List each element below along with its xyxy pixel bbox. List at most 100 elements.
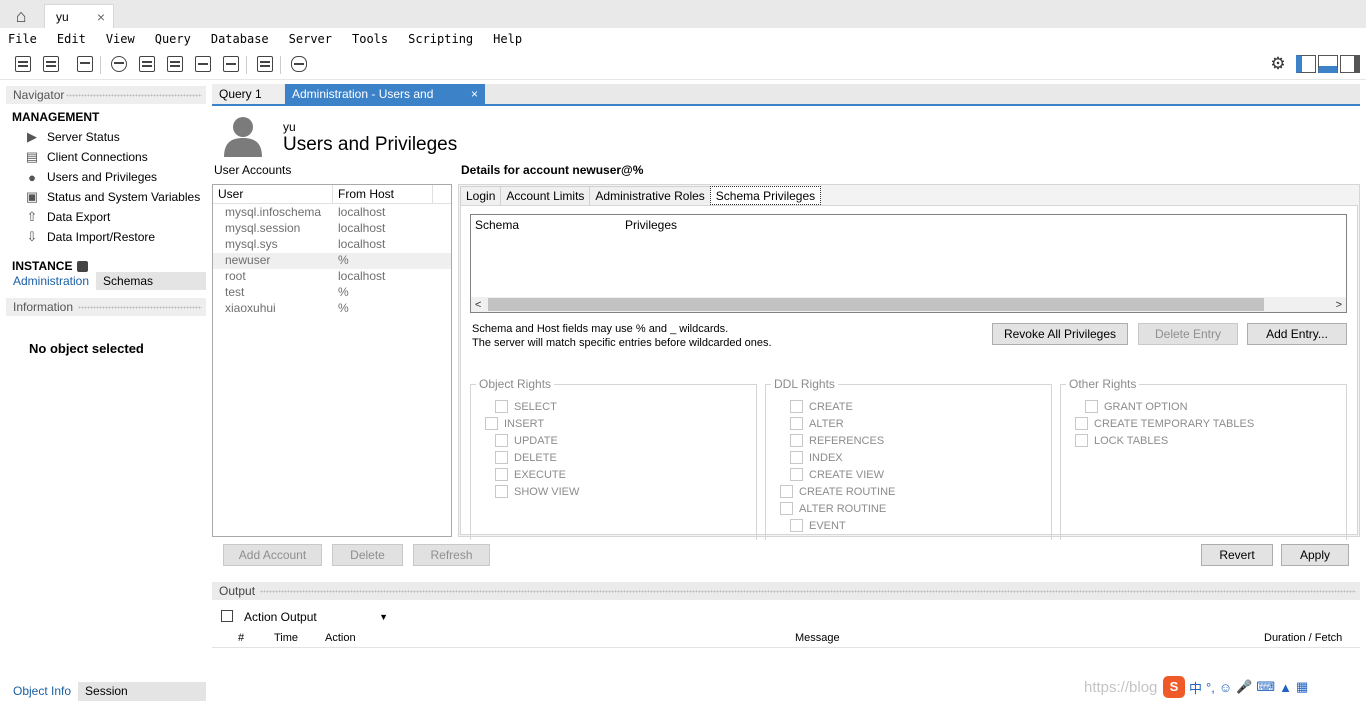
mic-icon[interactable]: 🎤 [1236,679,1252,695]
menu-edit[interactable]: Edit [57,32,86,46]
create-procedure-icon[interactable] [192,53,214,75]
add-account-button[interactable]: Add Account [223,544,322,566]
scroll-right-icon[interactable]: > [1336,299,1342,311]
sogou-icon[interactable]: S [1163,676,1185,698]
checkbox-update[interactable]: UPDATE [495,432,558,449]
tab-object-info[interactable]: Object Info [6,682,79,701]
connection-tab[interactable]: yu × [44,4,114,28]
checkbox-delete[interactable]: DELETE [495,449,557,466]
tab-administration-users[interactable]: Administration - Users and Privil... × [285,84,485,121]
menu-help[interactable]: Help [493,32,522,46]
search-table-data-icon[interactable] [254,53,276,75]
column-number[interactable]: # [238,632,244,644]
checkbox-select[interactable]: SELECT [495,398,557,415]
checkbox-index[interactable]: INDEX [790,449,843,466]
chinese-mode-icon[interactable]: 中 [1189,678,1202,697]
menu-database[interactable]: Database [211,32,269,46]
new-sql-tab-icon[interactable] [12,53,34,75]
layout-toggles [1296,55,1360,73]
grid-icon[interactable]: ▦ [1296,679,1308,695]
revoke-all-privileges-button[interactable]: Revoke All Privileges [992,323,1128,345]
delete-account-button[interactable]: Delete [332,544,403,566]
scrollbar-thumb[interactable] [488,298,1264,311]
toggle-secondary-sidebar-icon[interactable] [1340,55,1360,73]
copy-icon[interactable] [221,610,233,622]
user-row-selected[interactable]: newuser% [213,253,451,269]
checkbox-grant-option[interactable]: GRANT OPTION [1085,398,1188,415]
checkbox-show-view[interactable]: SHOW VIEW [495,483,579,500]
add-entry-button[interactable]: Add Entry... [1247,323,1347,345]
nav-status-variables[interactable]: ▣ Status and System Variables [24,187,200,207]
tab-account-limits[interactable]: Account Limits [500,186,591,205]
tab-login[interactable]: Login [460,186,502,205]
menu-tools[interactable]: Tools [352,32,388,46]
create-function-icon[interactable] [220,53,242,75]
checkbox-label: INSERT [504,417,545,430]
checkbox-execute[interactable]: EXECUTE [495,466,566,483]
inspector-icon[interactable] [74,53,96,75]
home-icon[interactable]: ⌂ [4,4,38,28]
open-sql-script-icon[interactable] [40,53,62,75]
user-row[interactable]: mysql.infoschema localhost [213,205,451,221]
menu-query[interactable]: Query [155,32,191,46]
create-schema-icon[interactable] [108,53,130,75]
refresh-button[interactable]: Refresh [413,544,490,566]
user-row[interactable]: xiaoxuhui% [213,301,451,317]
checkbox-create-routine[interactable]: CREATE ROUTINE [780,483,895,500]
column-time[interactable]: Time [274,632,298,644]
toggle-output-icon[interactable] [1318,55,1338,73]
output-type-select[interactable]: Action Output ▼ [242,608,388,626]
nav-data-import[interactable]: ⇩ Data Import/Restore [24,227,156,247]
toggle-sidebar-icon[interactable] [1296,55,1316,73]
scroll-left-icon[interactable]: < [475,299,481,311]
apply-button[interactable]: Apply [1281,544,1349,566]
delete-entry-button[interactable]: Delete Entry [1138,323,1238,345]
column-schema[interactable]: Schema [475,218,519,232]
tab-schema-privileges[interactable]: Schema Privileges [709,186,822,205]
checkbox-create-view[interactable]: CREATE VIEW [790,466,884,483]
create-view-icon[interactable] [164,53,186,75]
checkbox-create[interactable]: CREATE [790,398,853,415]
close-icon[interactable]: × [97,9,105,25]
column-privileges[interactable]: Privileges [625,218,677,232]
column-duration[interactable]: Duration / Fetch [1264,632,1342,644]
column-message[interactable]: Message [795,632,840,644]
tab-schemas[interactable]: Schemas [96,272,160,290]
user-row[interactable]: mysql.session localhost [213,221,451,237]
nav-client-connections[interactable]: ▤ Client Connections [24,147,148,167]
tab-administration[interactable]: Administration [6,272,97,290]
checkbox-event[interactable]: EVENT [790,517,846,534]
horizontal-scrollbar[interactable]: < > [471,297,1346,312]
nav-data-export[interactable]: ⇧ Data Export [24,207,111,227]
reconnect-icon[interactable] [288,53,310,75]
settings-gear-icon[interactable]: ⚙ [1267,53,1289,75]
checkbox-alter-routine[interactable]: ALTER ROUTINE [780,500,886,517]
revert-button[interactable]: Revert [1201,544,1273,566]
nav-users-and-privileges[interactable]: ● Users and Privileges [24,167,157,187]
user-row[interactable]: test% [213,285,451,301]
close-icon[interactable]: × [471,84,478,106]
create-table-icon[interactable] [136,53,158,75]
checkbox-references[interactable]: REFERENCES [790,432,884,449]
emoji-icon[interactable]: ☺ [1219,680,1232,695]
shirt-icon[interactable]: ▲ [1279,680,1292,695]
checkbox-create-temporary-tables[interactable]: CREATE TEMPORARY TABLES [1075,415,1254,432]
checkbox-insert[interactable]: INSERT [485,415,544,432]
column-action[interactable]: Action [325,632,356,644]
user-row[interactable]: mysql.sys localhost [213,237,451,253]
column-user[interactable]: User [213,185,333,203]
menu-file[interactable]: File [8,32,37,46]
user-row[interactable]: root localhost [213,269,451,285]
menu-server[interactable]: Server [289,32,332,46]
checkbox-alter[interactable]: ALTER [790,415,844,432]
tab-administrative-roles[interactable]: Administrative Roles [589,186,711,205]
keyboard-icon[interactable]: ⌨ [1256,679,1275,695]
tab-query-1[interactable]: Query 1 [212,84,284,104]
menu-scripting[interactable]: Scripting [408,32,473,46]
column-from-host[interactable]: From Host [333,185,433,203]
menu-view[interactable]: View [106,32,135,46]
nav-server-status[interactable]: ▶ Server Status [24,127,120,147]
checkbox-lock-tables[interactable]: LOCK TABLES [1075,432,1168,449]
punctuation-icon[interactable]: °, [1206,680,1215,695]
tab-session[interactable]: Session [78,682,135,701]
